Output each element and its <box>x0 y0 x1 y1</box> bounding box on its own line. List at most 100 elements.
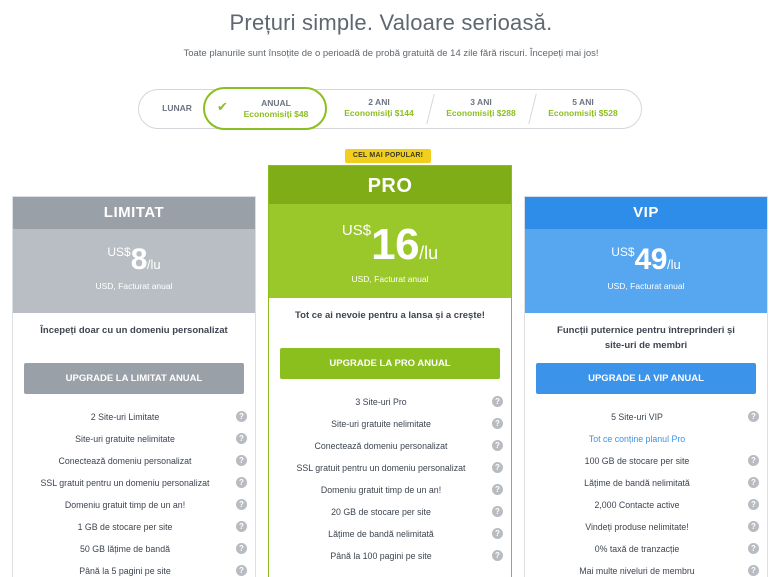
plan-price-box: US$49/lu USD, Facturat anual <box>525 229 767 313</box>
question-circle-icon[interactable]: ? <box>492 506 503 517</box>
plan-tagline: Tot ce ai nevoie pentru a lansa și a cre… <box>295 310 485 321</box>
feature-item: Lățime de bandă nelimitată? <box>269 523 511 545</box>
feature-text: Site-uri gratuite nelimitate <box>75 434 175 444</box>
question-circle-icon[interactable]: ? <box>748 499 759 510</box>
question-circle-icon[interactable]: ? <box>236 411 247 422</box>
upgrade-vip-button[interactable]: UPGRADE LA VIP ANUAL <box>536 363 756 394</box>
question-circle-icon[interactable]: ? <box>748 477 759 488</box>
period-label: 5 ANI <box>572 97 594 107</box>
page-title: Prețuri simple. Valoare serioasă. <box>229 10 553 35</box>
plan-card-vip: VIP US$49/lu USD, Facturat anual Funcții… <box>524 196 768 577</box>
question-circle-icon[interactable]: ? <box>492 462 503 473</box>
question-circle-icon[interactable]: ? <box>236 565 247 576</box>
billing-period-selector: LUNAR ✔ ANUAL Economisiți $48 2 ANI Econ… <box>138 87 642 130</box>
plan-price: US$49/lu <box>525 229 767 277</box>
feature-item: 20 GB de stocare per site? <box>269 501 511 523</box>
plan-card-pro: PRO US$16/lu USD, Facturat anual Tot ce … <box>268 165 512 577</box>
page-subtitle: Toate planurile sunt însoțite de o perio… <box>183 48 599 59</box>
feature-item: Domeniu gratuit timp de un an!? <box>13 494 255 516</box>
question-circle-icon[interactable]: ? <box>492 528 503 539</box>
feature-item: Vindeți produse nelimitate!? <box>525 516 767 538</box>
most-popular-badge: CEL MAI POPULAR! <box>345 149 431 163</box>
feature-text: Mai multe niveluri de membru <box>579 566 695 576</box>
price-amount: 8 <box>130 243 148 276</box>
feature-item: 3 Site-uri Pro? <box>269 391 511 413</box>
feature-item: Site-uri gratuite nelimitate? <box>269 413 511 435</box>
feature-text: Până la 5 pagini pe site <box>79 566 171 576</box>
question-circle-icon[interactable]: ? <box>748 455 759 466</box>
feature-text: 1 GB de stocare per site <box>77 522 173 532</box>
question-circle-icon[interactable]: ? <box>492 550 503 561</box>
period-option-3-ani[interactable]: 3 ANI Economisiți $288 <box>431 90 531 128</box>
plan-name: LIMITAT <box>13 197 255 229</box>
feature-item: Conectează domeniu personalizat? <box>13 450 255 472</box>
feature-item: 50 GB lățime de bandă? <box>13 538 255 560</box>
feature-item: 2 Site-uri Limitate? <box>13 406 255 428</box>
feature-item: 2,000 Contacte active? <box>525 494 767 516</box>
period-label: 2 ANI <box>368 97 390 107</box>
feature-text: 3 Site-uri Pro <box>355 397 407 407</box>
feature-text: 5 Site-uri VIP <box>611 412 663 422</box>
feature-text: Conectează domeniu personalizat <box>314 441 448 451</box>
feature-item: Mai multe niveluri de membru? <box>525 560 767 577</box>
feature-text[interactable]: Tot ce conține planul Pro <box>589 434 685 444</box>
question-circle-icon[interactable]: ? <box>492 440 503 451</box>
feature-item: Site-uri gratuite nelimitate? <box>13 428 255 450</box>
question-circle-icon[interactable]: ? <box>236 521 247 532</box>
feature-item: Conectează domeniu personalizat? <box>269 435 511 457</box>
feature-text: SSL gratuit pentru un domeniu personaliz… <box>40 478 210 488</box>
period-label: ANUAL <box>261 98 291 108</box>
feature-text: Lățime de bandă nelimitată <box>584 478 690 488</box>
period-option-lunar[interactable]: LUNAR <box>147 90 207 128</box>
feature-item: Lățime de bandă nelimitată? <box>525 472 767 494</box>
question-circle-icon[interactable]: ? <box>236 499 247 510</box>
price-period: /lu <box>419 243 439 263</box>
period-option-anual[interactable]: ✔ ANUAL Economisiți $48 <box>203 87 327 130</box>
question-circle-icon[interactable]: ? <box>748 521 759 532</box>
question-circle-icon[interactable]: ? <box>492 418 503 429</box>
feature-list: 2 Site-uri Limitate? Site-uri gratuite n… <box>13 406 255 577</box>
feature-text: 2 Site-uri Limitate <box>90 412 160 422</box>
feature-item-link[interactable]: Tot ce conține planul Pro <box>525 428 767 450</box>
price-amount: 49 <box>634 243 668 276</box>
question-circle-icon[interactable]: ? <box>748 565 759 576</box>
billing-note: USD, Facturat anual <box>351 274 429 284</box>
question-circle-icon[interactable]: ? <box>748 411 759 422</box>
question-circle-icon[interactable]: ? <box>236 543 247 554</box>
upgrade-limitat-button[interactable]: UPGRADE LA LIMITAT ANUAL <box>24 363 244 394</box>
question-circle-icon[interactable]: ? <box>236 455 247 466</box>
feature-item: SSL gratuit pentru un domeniu personaliz… <box>269 457 511 479</box>
feature-text: Domeniu gratuit timp de un an! <box>320 485 442 495</box>
period-savings: Economisiți $288 <box>446 108 516 118</box>
price-period: /lu <box>146 257 161 272</box>
feature-text: 50 GB lățime de bandă <box>80 544 170 554</box>
feature-text: 2,000 Contacte active <box>594 500 680 510</box>
price-amount: 16 <box>371 220 420 269</box>
question-circle-icon[interactable]: ? <box>236 433 247 444</box>
plan-price-box: US$16/lu USD, Facturat anual <box>269 204 511 298</box>
feature-list: 5 Site-uri VIP? Tot ce conține planul Pr… <box>525 406 767 577</box>
feature-text: 20 GB de stocare per site <box>331 507 431 517</box>
feature-item: Până la 100 pagini pe site? <box>269 545 511 567</box>
period-savings: Economisiți $144 <box>344 108 414 118</box>
period-label: LUNAR <box>162 103 192 113</box>
period-savings: Economisiți $528 <box>548 108 618 118</box>
plan-price: US$8/lu <box>13 229 255 277</box>
period-option-5-ani[interactable]: 5 ANI Economisiți $528 <box>533 90 633 128</box>
price-period: /lu <box>666 257 681 272</box>
feature-text: 100 GB de stocare per site <box>584 456 690 466</box>
feature-text: Site-uri gratuite nelimitate <box>331 419 431 429</box>
question-circle-icon[interactable]: ? <box>748 543 759 554</box>
question-circle-icon[interactable]: ? <box>236 477 247 488</box>
question-circle-icon[interactable]: ? <box>492 396 503 407</box>
price-currency: US$ <box>611 245 635 259</box>
question-circle-icon[interactable]: ? <box>492 484 503 495</box>
upgrade-pro-button[interactable]: UPGRADE LA PRO ANUAL <box>280 348 500 379</box>
feature-text: Până la 100 pagini pe site <box>330 551 432 561</box>
period-option-2-ani[interactable]: 2 ANI Economisiți $144 <box>329 90 429 128</box>
feature-item: 0% taxă de tranzacție? <box>525 538 767 560</box>
feature-text: SSL gratuit pentru un domeniu personaliz… <box>296 463 466 473</box>
feature-text: Domeniu gratuit timp de un an! <box>64 500 186 510</box>
feature-item: 5 Site-uri VIP? <box>525 406 767 428</box>
check-icon: ✔ <box>217 99 228 114</box>
